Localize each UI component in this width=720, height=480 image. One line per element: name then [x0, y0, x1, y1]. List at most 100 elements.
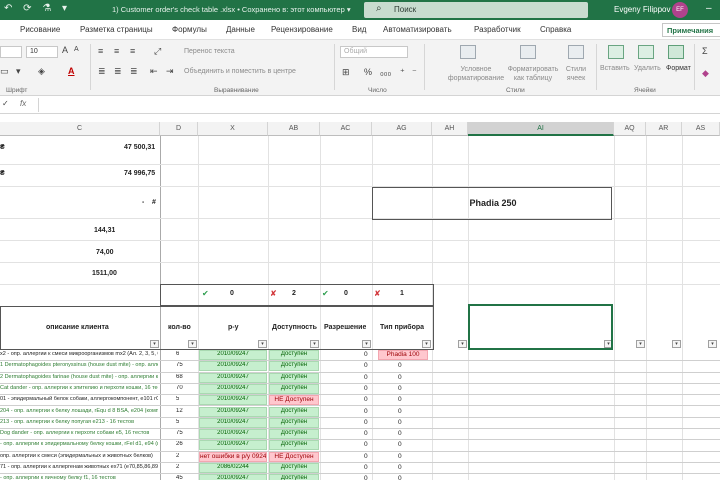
table-row[interactable]: 213 - опр. аллергии к белку попугая е213…	[0, 417, 720, 430]
tab-help[interactable]: Справка	[540, 25, 571, 34]
cell-permission[interactable]: 0	[364, 362, 368, 369]
orientation-icon[interactable]: ⤢	[154, 46, 161, 57]
cell-availability[interactable]: Доступен	[269, 406, 319, 417]
font-size-box[interactable]: 10	[26, 46, 58, 58]
column-header-ab[interactable]: AB	[268, 122, 320, 136]
table-row[interactable]: Dog dander - опр. аллергии к перхоти соб…	[0, 429, 720, 441]
cell-styles-button[interactable]: Стили ячеек	[560, 65, 592, 83]
column-header-c[interactable]: C	[0, 122, 160, 136]
summary-value[interactable]: 74 996,75	[124, 170, 155, 177]
column-header-ar[interactable]: AR	[646, 122, 682, 136]
search-box[interactable]: ⌕ Поиск	[364, 2, 588, 18]
cell-client-description[interactable]: 2 Dermatophagoides farinae (house dust m…	[0, 374, 158, 380]
counter-value[interactable]: 2	[292, 290, 296, 297]
cell-ru[interactable]: 2010/09247	[199, 406, 267, 417]
counter-value[interactable]: 0	[344, 290, 348, 297]
cell-client-description[interactable]: 204 - опр. аллергии к белку лошади, rEqu…	[0, 408, 158, 414]
summary-value[interactable]: 144,31	[94, 227, 115, 234]
cell-availability[interactable]: Доступен	[269, 383, 319, 394]
table-row[interactable]: 71 - опр. аллергии к аллергенам животных…	[0, 463, 720, 475]
cell-quantity[interactable]: 5	[176, 419, 179, 425]
table-row[interactable]: - опр. аллергии к эпидермальному белку к…	[0, 440, 720, 452]
align-bottom-icon[interactable]: ≡	[130, 46, 135, 56]
shrink-font-icon[interactable]: A	[74, 46, 79, 53]
tab-draw[interactable]: Рисование	[20, 25, 60, 34]
filter-dropdown-icon[interactable]: ▾	[188, 340, 197, 348]
format-as-table-icon[interactable]	[520, 45, 536, 59]
comments-button[interactable]: Примечания	[662, 23, 720, 37]
fill-color-icon[interactable]: ◈	[38, 66, 45, 77]
phadia-box[interactable]: Phadia 250	[372, 187, 612, 220]
tab-developer[interactable]: Разработчик	[474, 25, 521, 34]
counter-value[interactable]: 1	[400, 290, 404, 297]
cell-client-description[interactable]: 213 - опр. аллергии к белку попугая е213…	[0, 419, 158, 425]
cell-availability[interactable]: НЕ Доступен	[269, 451, 319, 462]
cell-quantity[interactable]: 6	[176, 351, 179, 357]
conditional-format-icon[interactable]	[460, 45, 476, 59]
cell-ru[interactable]: нет ошибки в р/у 09247)	[199, 451, 267, 462]
cell-quantity[interactable]: 68	[176, 374, 183, 380]
cell-quantity[interactable]: 45	[176, 475, 183, 480]
cell-ru[interactable]: 2010/09247	[199, 429, 267, 440]
filter-dropdown-icon[interactable]: ▾	[636, 340, 645, 348]
cell-client-description[interactable]: Cat dander - опр. аллергии к эпителию и …	[0, 385, 158, 391]
user-name[interactable]: Evgeny Filippov	[614, 5, 670, 14]
header-availability[interactable]: Доступность	[272, 324, 317, 331]
cell-availability[interactable]: Доступен	[269, 474, 319, 480]
cell-device-type[interactable]: 0	[398, 464, 402, 471]
cell-ru[interactable]: 2010/09247	[199, 361, 267, 372]
cell-quantity[interactable]: 70	[176, 385, 183, 391]
cell-device-type[interactable]: 0	[398, 362, 402, 369]
column-header-ac[interactable]: AC	[320, 122, 372, 136]
cell-availability[interactable]: НЕ Доступен	[269, 395, 319, 406]
table-row[interactable]: опр. аллергии к смеси (эпидермальных и ж…	[0, 451, 720, 463]
header-ru[interactable]: р-у	[228, 324, 239, 331]
cell-availability[interactable]: Доступен	[269, 429, 319, 440]
table-row[interactable]: 204 - опр. аллергии к белку лошади, rEqu…	[0, 406, 720, 418]
cell-styles-icon[interactable]	[568, 45, 584, 59]
decrease-indent-icon[interactable]: ⇤	[150, 66, 158, 77]
cell-device-type[interactable]: Phadia 100	[378, 350, 428, 360]
cell-permission[interactable]: 0	[364, 385, 368, 392]
filter-dropdown-icon[interactable]: ▾	[362, 340, 371, 348]
align-left-icon[interactable]: ≣	[98, 66, 106, 77]
cell-quantity[interactable]: 75	[176, 362, 183, 368]
column-header-aq[interactable]: AQ	[614, 122, 646, 136]
header-permission[interactable]: Разрешение	[324, 324, 366, 331]
cell-quantity[interactable]: 2	[176, 453, 179, 459]
percent-icon[interactable]: %	[364, 67, 372, 77]
tab-formulas[interactable]: Формулы	[172, 25, 207, 34]
summary-value[interactable]: -	[142, 199, 144, 206]
wrap-text-button[interactable]: Перенос текста	[184, 48, 235, 55]
summary-value[interactable]: 1511,00	[92, 270, 117, 277]
delete-cells-icon[interactable]	[638, 45, 654, 59]
minimize-icon[interactable]: –	[706, 3, 712, 14]
cell-permission[interactable]: 0	[364, 453, 368, 460]
counter-value[interactable]: 0	[230, 290, 234, 297]
borders-dropdown-icon[interactable]: ▾	[16, 66, 21, 77]
header-device-type[interactable]: Тип прибора	[380, 324, 424, 331]
format-as-table-button[interactable]: Форматировать как таблицу	[504, 65, 562, 83]
header-client-description[interactable]: описание клиента	[46, 324, 109, 331]
merge-center-button[interactable]: Объединить и поместить в центре	[184, 68, 296, 75]
insert-button[interactable]: Вставить	[600, 65, 630, 72]
cell-client-description[interactable]: 01 - эпидермальный белок собаки, аллерго…	[0, 396, 158, 402]
cell-device-type[interactable]: 0	[398, 441, 402, 448]
column-header-d[interactable]: D	[160, 122, 198, 136]
filter-dropdown-icon[interactable]: ▾	[258, 340, 267, 348]
cell-availability[interactable]: Доступен	[269, 417, 319, 428]
cell-permission[interactable]: 0	[364, 351, 368, 358]
cell-device-type[interactable]: 0	[398, 453, 402, 460]
table-row[interactable]: - опр. аллергии к яичному белку f1, 16 т…	[0, 474, 720, 480]
cell-device-type[interactable]: 0	[398, 408, 402, 415]
cell-client-description[interactable]: х2 - опр. аллергии к смеси микроорганизм…	[0, 351, 158, 357]
cancel-icon[interactable]: ✓	[2, 99, 9, 108]
filter-dropdown-icon[interactable]: ▾	[458, 340, 467, 348]
cell-availability[interactable]: Доступен	[269, 350, 319, 360]
delete-button[interactable]: Удалить	[634, 65, 661, 72]
filter-dropdown-icon[interactable]: ▾	[672, 340, 681, 348]
accounting-format-icon[interactable]: ⊞	[342, 67, 350, 78]
column-header-ah[interactable]: AH	[432, 122, 468, 136]
cell-client-description[interactable]: - опр. аллергии к эпидермальному белку к…	[0, 441, 158, 447]
format-cells-icon[interactable]	[668, 45, 684, 59]
